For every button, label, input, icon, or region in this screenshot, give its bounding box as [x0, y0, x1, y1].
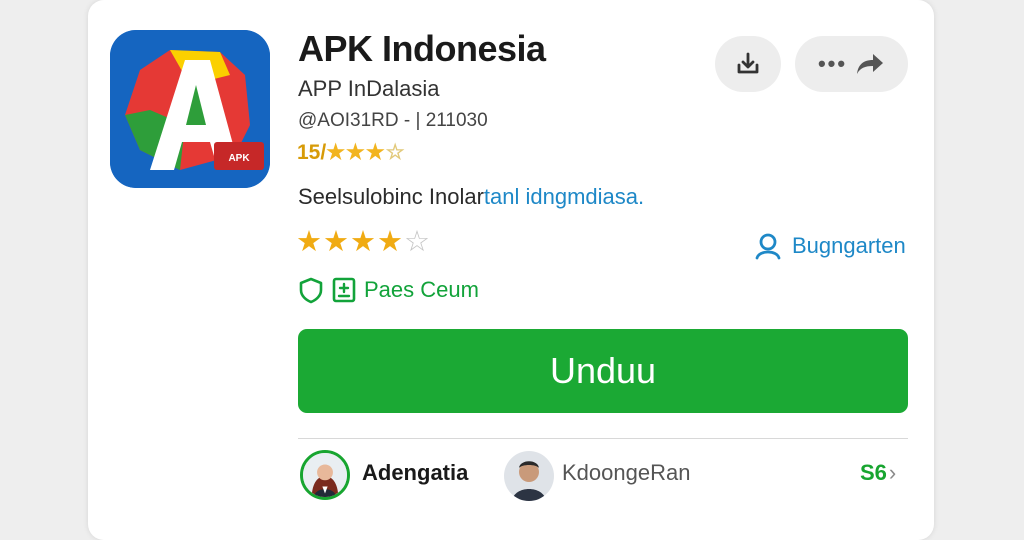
download-label: Unduu [549, 350, 657, 391]
app-logo[interactable]: APK [110, 30, 270, 188]
reviewer-portrait [303, 453, 347, 497]
reviewers-count-link[interactable]: S6› [860, 460, 896, 486]
reviewer-name: Adengatia [362, 460, 469, 485]
document-icon [332, 277, 356, 303]
rating-number: 15/ [297, 141, 327, 164]
app-detail-card: APK APK Indonesia APP InDalasia @AOI31RD… [88, 0, 934, 540]
pass-badge: Paes Ceum [298, 276, 479, 304]
app-rating-summary: 15/★★★☆ [297, 140, 405, 165]
description-link[interactable]: tanl idngmdiasa. [484, 184, 644, 209]
stars-filled: ★★★★ [296, 226, 404, 258]
chevron-right-icon: › [888, 460, 897, 485]
rating-stars-empty: ☆ [385, 141, 405, 164]
user-icon [755, 233, 781, 260]
download-tray-icon [737, 52, 759, 74]
reviewers-count: S6 [860, 460, 887, 485]
description-text: Seelsulobinc Inolar [298, 184, 484, 209]
svg-text:APK: APK [228, 153, 250, 164]
app-subtitle: APP InDalasia [298, 76, 440, 101]
install-button[interactable] [715, 36, 781, 92]
reviewer-portrait [504, 451, 554, 501]
reviewer-avatar[interactable] [504, 451, 554, 501]
pass-label: Paes Ceum [364, 277, 479, 302]
app-title: APK Indonesia [298, 28, 546, 69]
shield-icon [299, 277, 323, 304]
divider [298, 438, 908, 439]
app-logo-graphic: APK [110, 30, 270, 188]
reviewer-avatar[interactable] [300, 450, 350, 500]
rating-stars-full: ★★★ [326, 141, 386, 164]
share-arrow-icon [857, 54, 884, 74]
share-button[interactable]: ••• [795, 36, 908, 92]
app-description: Seelsulobinc Inolartanl idngmdiasa. [298, 184, 644, 210]
more-dots-icon: ••• [817, 51, 848, 76]
rating-stars: ★★★★☆ [296, 224, 431, 259]
follow-label: Bugngarten [792, 233, 906, 258]
follow-button[interactable]: Bugngarten [754, 232, 906, 260]
app-meta: @AOI31RD - | 211030 [298, 110, 488, 131]
stars-empty: ☆ [404, 226, 431, 258]
download-button[interactable]: Unduu [298, 329, 908, 413]
reviewer-name: KdoongeRan [562, 460, 691, 485]
